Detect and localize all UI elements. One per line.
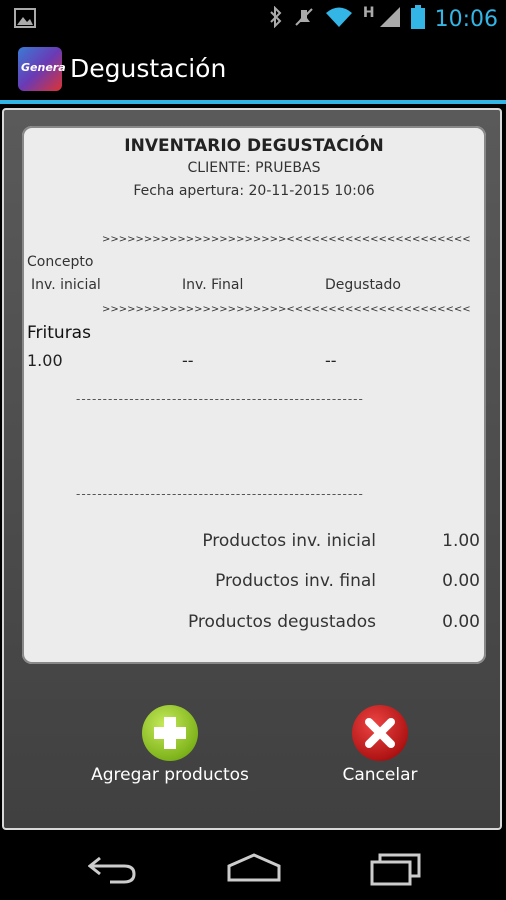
- signal-icon: [379, 6, 401, 32]
- separator-top: >>>>>>>>>>>>>>>>>>>>>><<<<<<<<<<<<<<<<<<…: [102, 234, 471, 245]
- dashed-line-bottom: ----------------------------------------…: [76, 487, 364, 501]
- add-products-label: Agregar productos: [91, 765, 249, 785]
- bluetooth-icon: [269, 5, 283, 32]
- item-name: Frituras: [27, 323, 91, 343]
- separator-bottom: >>>>>>>>>>>>>>>>>>>>>><<<<<<<<<<<<<<<<<<…: [102, 304, 471, 315]
- summary-value-initial: 1.00: [442, 531, 480, 551]
- action-bar-divider: [0, 100, 506, 104]
- header-inv-final: Inv. Final: [182, 277, 244, 293]
- status-bar: H 10:06: [0, 0, 506, 38]
- header-tasted: Degustado: [325, 277, 401, 293]
- summary-label-tasted: Productos degustados: [187, 612, 376, 632]
- image-icon: [14, 8, 36, 32]
- dashed-line-top: ----------------------------------------…: [76, 392, 364, 406]
- cancel-label: Cancelar: [342, 765, 418, 785]
- close-icon[interactable]: [352, 705, 408, 761]
- receipt-client: CLIENTE: PRUEBAS: [187, 160, 321, 176]
- header-inv-initial: Inv. inicial: [31, 277, 101, 293]
- item-inv-initial: 1.00: [27, 351, 63, 370]
- network-type-label: H: [362, 5, 375, 21]
- item-tasted: --: [325, 351, 337, 370]
- summary-label-initial: Productos inv. inicial: [202, 531, 376, 551]
- page-title: Degustación: [70, 54, 227, 83]
- receipt-title: INVENTARIO DEGUSTACIÓN: [124, 136, 384, 156]
- app-icon-text: Genera: [21, 61, 66, 74]
- recent-apps-icon[interactable]: [370, 852, 422, 890]
- add-products-button[interactable]: Agregar productos: [80, 705, 260, 785]
- header-concept: Concepto: [27, 254, 94, 270]
- receipt-date: Fecha apertura: 20-11-2015 10:06: [133, 183, 375, 199]
- item-inv-final: --: [182, 351, 194, 370]
- home-icon[interactable]: [226, 852, 282, 888]
- summary-value-final: 0.00: [442, 571, 480, 591]
- clock: 10:06: [434, 6, 498, 32]
- navigation-bar: [0, 836, 506, 900]
- back-icon[interactable]: [87, 854, 138, 888]
- app-icon[interactable]: Genera: [18, 47, 66, 91]
- battery-icon: [410, 5, 425, 33]
- cancel-button[interactable]: Cancelar: [320, 705, 440, 785]
- receipt-card: INVENTARIO DEGUSTACIÓN CLIENTE: PRUEBAS …: [22, 126, 486, 664]
- wifi-icon: [325, 6, 353, 32]
- plus-icon[interactable]: [142, 705, 198, 761]
- summary-label-final: Productos inv. final: [215, 571, 376, 591]
- summary-value-tasted: 0.00: [442, 612, 480, 632]
- mute-icon: [293, 6, 315, 32]
